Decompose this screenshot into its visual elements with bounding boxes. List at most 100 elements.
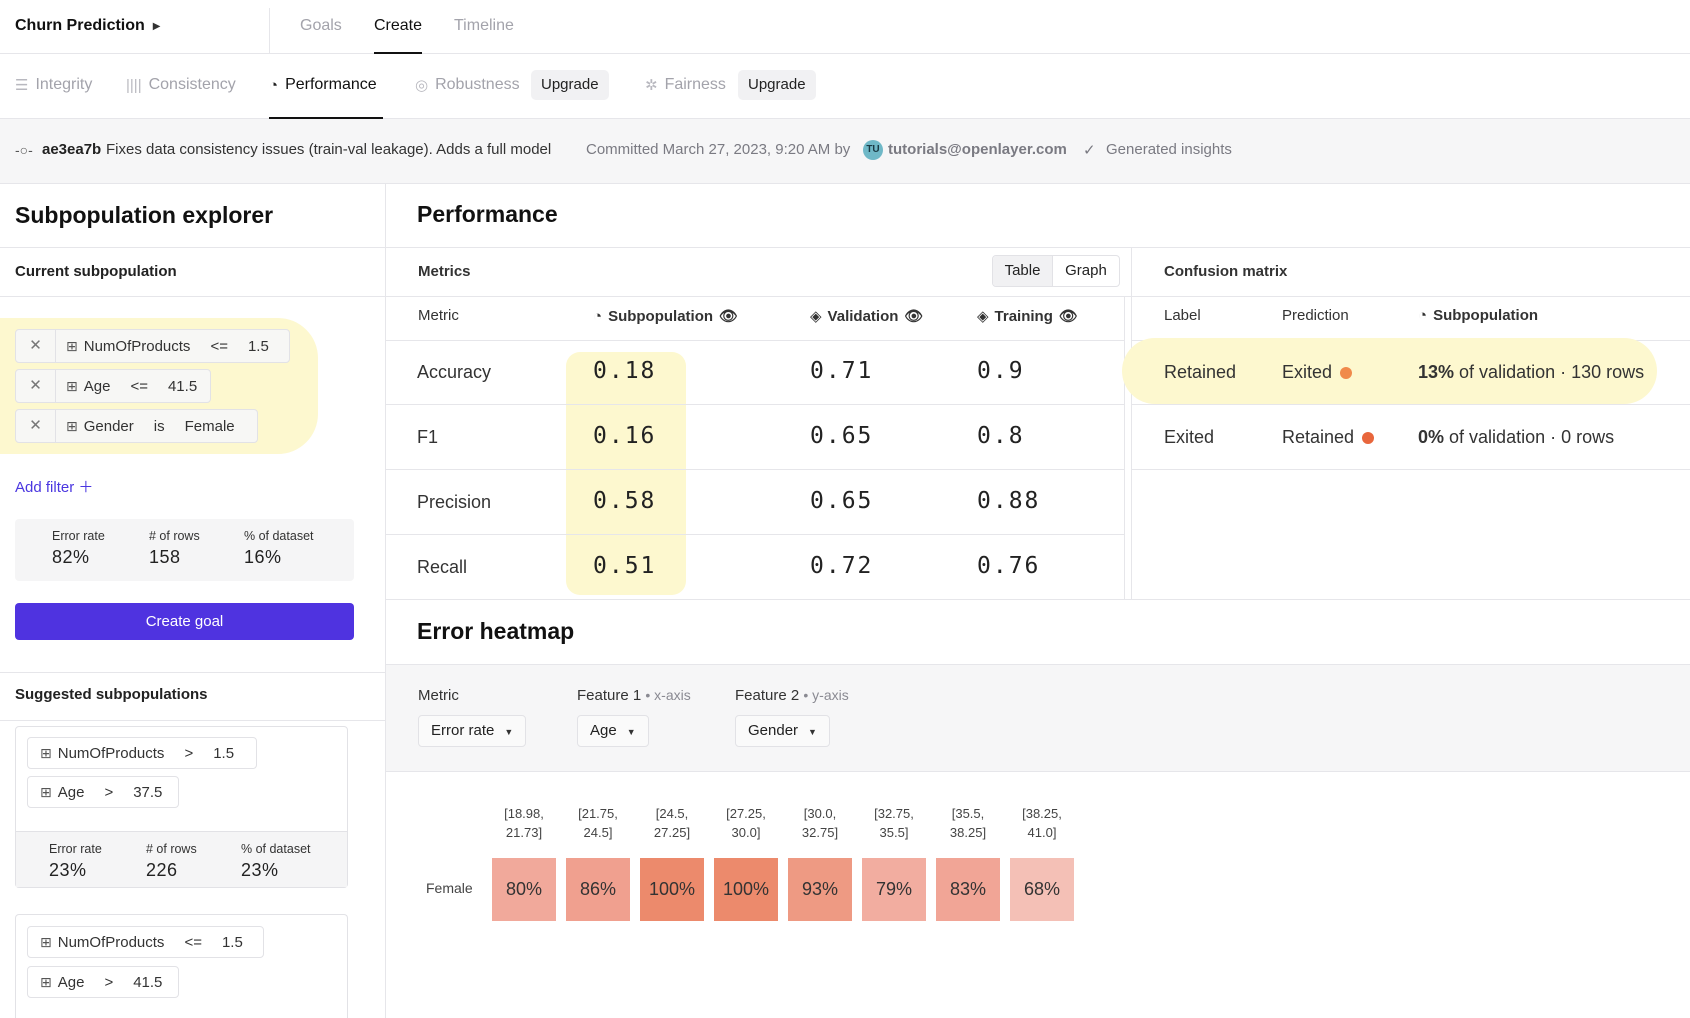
heatmap-cell[interactable]: 93% <box>788 858 852 921</box>
upgrade-button[interactable]: Upgrade <box>531 70 609 100</box>
subpopulation-explorer: Subpopulation explorer Current subpopula… <box>0 184 386 1018</box>
graph-toggle-button[interactable]: Graph <box>1053 256 1119 286</box>
filter-operator: <= <box>210 337 228 355</box>
metric-name: Precision <box>417 492 492 512</box>
heatmap-cell[interactable]: 86% <box>566 858 630 921</box>
divider <box>386 296 1690 297</box>
close-icon[interactable]: ✕ <box>16 370 56 402</box>
heatmap-cell[interactable]: 83% <box>936 858 1000 921</box>
dropdown-value: Age <box>590 722 617 739</box>
eye-icon[interactable]: 👁 <box>1059 307 1078 325</box>
tab-fairness[interactable]: ✲ Fairness <box>645 76 726 94</box>
tab-integrity[interactable]: ☰ Integrity <box>15 76 92 94</box>
heatmap-cell[interactable]: 100% <box>714 858 778 921</box>
suggested-subpopulation-card[interactable]: ⊞ NumOfProducts <= 1.5 ⊞ Age > 41.5 <box>15 914 348 1018</box>
close-icon[interactable]: ✕ <box>16 330 56 362</box>
eye-icon[interactable]: 👁 <box>719 307 738 325</box>
bars-icon: |||| <box>126 76 142 94</box>
tab-performance[interactable]: ◔ Performance <box>269 76 377 94</box>
tab-label: Consistency <box>148 76 236 93</box>
table-toggle-button[interactable]: Table <box>993 256 1053 286</box>
feature1-dropdown[interactable]: Age ▼ <box>577 715 649 747</box>
stat-label: Error rate <box>52 529 105 543</box>
bin-label-line: 38.25] <box>949 825 987 840</box>
heatmap-cell[interactable]: 79% <box>862 858 926 921</box>
bin-label-line: [21.75, <box>578 806 618 821</box>
divider <box>1124 296 1125 599</box>
col-subpopulation[interactable]: ◔ Subpopulation 👁 <box>593 307 738 326</box>
heatmap-cell[interactable]: 80% <box>492 858 556 921</box>
section-heading: Current subpopulation <box>15 263 177 280</box>
heatmap-bin-label: [38.25, 41.0] <box>1010 804 1074 842</box>
metric-dropdown[interactable]: Error rate ▼ <box>418 715 527 747</box>
metric-train-value: 0.88 <box>977 488 1041 514</box>
add-filter-label: Add filter <box>15 479 75 496</box>
heatmap-bin-label: [24.5, 27.25] <box>640 804 704 842</box>
create-goal-button[interactable]: Create goal <box>15 603 354 640</box>
stat-label: % of dataset <box>244 529 314 543</box>
project-name: Churn Prediction <box>15 17 145 34</box>
stat-value: 82% <box>52 547 90 567</box>
cm-text: of validation · 0 rows <box>1449 427 1615 447</box>
suggested-subpopulation-card[interactable]: ⊞ NumOfProducts > 1.5 ⊞ Age > 37.5 Error… <box>15 726 348 888</box>
col-training[interactable]: ◈ Training 👁 <box>977 307 1078 326</box>
pie-icon: ◔ <box>1418 307 1428 324</box>
tab-label: Integrity <box>35 76 93 93</box>
heatmap-cell[interactable]: 68% <box>1010 858 1074 921</box>
divider <box>0 672 386 673</box>
filter-operator: > <box>104 783 114 801</box>
layers-icon: ◈ <box>977 308 989 325</box>
heatmap-cell[interactable]: 100% <box>640 858 704 921</box>
project-selector[interactable]: Churn Prediction ▶ <box>15 17 160 35</box>
commit-icon: -○- <box>15 142 33 158</box>
stat-rows: # of rows 158 <box>149 529 200 568</box>
metric-sub-value: 0.58 <box>593 488 657 514</box>
close-icon[interactable]: ✕ <box>16 410 56 442</box>
eye-icon[interactable]: 👁 <box>904 307 923 325</box>
tab-create[interactable]: Create <box>374 17 422 35</box>
col-validation[interactable]: ◈ Validation 👁 <box>810 307 923 326</box>
commit-status: Generated insights <box>1106 141 1232 158</box>
col-prediction: Prediction <box>1282 307 1349 324</box>
upgrade-button[interactable]: Upgrade <box>738 70 816 100</box>
bin-label-line: [35.5, <box>951 806 985 821</box>
view-toggle: Table Graph <box>992 255 1120 287</box>
stat-value: 158 <box>149 547 181 567</box>
filter-feature: NumOfProducts <box>57 933 165 951</box>
tab-consistency[interactable]: |||| Consistency <box>126 76 236 94</box>
tab-timeline[interactable]: Timeline <box>454 17 514 35</box>
cm-prediction-text: Exited <box>1282 362 1333 382</box>
heatmap-title: Error heatmap <box>417 618 575 644</box>
avatar: TU <box>863 140 883 160</box>
stat-pct: % of dataset 16% <box>244 529 314 568</box>
metric-train-value: 0.76 <box>977 553 1041 579</box>
bin-label-line: [30.0, <box>803 806 837 821</box>
stat-value: 23% <box>241 860 279 880</box>
filter-operator: is <box>153 417 165 435</box>
bin-label-line: 32.75] <box>801 825 839 840</box>
suggested-stats: Error rate 23% # of rows 226 % of datase… <box>16 831 347 887</box>
metric-sub-value: 0.18 <box>593 358 657 384</box>
commit-user: tutorials@openlayer.com <box>888 141 1067 158</box>
commit-hash[interactable]: ae3ea7b <box>42 141 101 158</box>
divider <box>1131 469 1690 470</box>
dropdown-value: Error rate <box>431 722 495 739</box>
feature2-dropdown[interactable]: Gender ▼ <box>735 715 830 747</box>
metric-control-label: Metric <box>418 687 459 704</box>
tab-robustness[interactable]: ◎ Robustness <box>415 76 520 94</box>
tab-goals[interactable]: Goals <box>300 17 342 35</box>
add-filter-button[interactable]: Add filter ＋ <box>15 476 93 497</box>
filter-operator: > <box>184 744 194 762</box>
tab-label: Robustness <box>435 76 520 93</box>
panel-title: Subpopulation explorer <box>15 202 274 228</box>
stat-label: # of rows <box>149 529 200 543</box>
filter-operator: <= <box>130 377 148 395</box>
cm-pct: 0% <box>1418 427 1445 447</box>
filter-value: 41.5 <box>133 973 163 991</box>
heatmap-bin-label: [30.0, 32.75] <box>788 804 852 842</box>
feature-label: Feature 1 <box>577 687 642 704</box>
cm-pct: 13% <box>1418 362 1455 382</box>
divider <box>386 469 1124 470</box>
cm-label: Retained <box>1164 362 1237 382</box>
check-icon: ✓ <box>1083 142 1096 159</box>
